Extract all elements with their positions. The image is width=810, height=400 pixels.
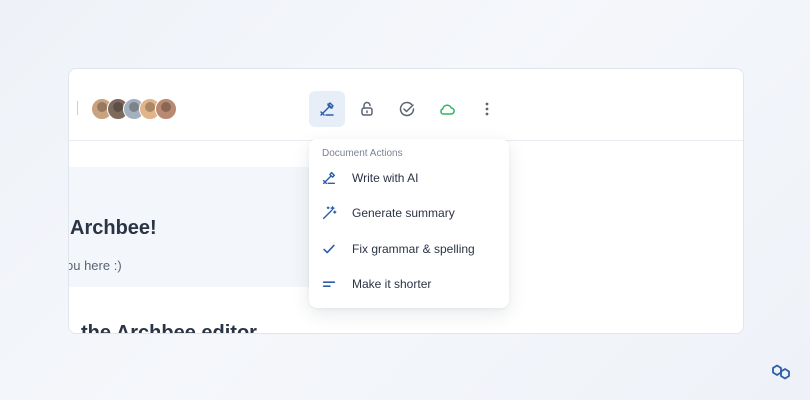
menu-heading: Document Actions — [322, 148, 403, 159]
document-actions-menu: Document Actions Write with AI Generate … — [309, 139, 509, 308]
menu-item-label: Write with AI — [352, 171, 419, 185]
unlock-icon — [361, 101, 373, 116]
lock-button[interactable] — [349, 91, 385, 127]
page-title: G. — [69, 69, 115, 79]
welcome-heading: Archbee! — [70, 217, 157, 239]
more-options-button[interactable] — [469, 91, 505, 127]
section-heading: the Archbee editor — [81, 322, 257, 334]
wand-pen-icon — [319, 168, 339, 188]
review-button[interactable] — [389, 91, 425, 127]
more-vertical-icon — [485, 102, 489, 116]
collaborator-avatars[interactable] — [91, 98, 177, 120]
short-text-icon — [319, 274, 339, 294]
magic-wand-icon — [319, 203, 339, 223]
cloud-icon — [440, 104, 455, 115]
menu-item-write-with-ai[interactable]: Write with AI — [309, 162, 509, 194]
check-icon — [319, 239, 339, 259]
check-circle-icon — [399, 101, 415, 117]
menu-item-label: Make it shorter — [352, 277, 432, 291]
menu-item-fix-grammar[interactable]: Fix grammar & spelling — [309, 233, 509, 265]
menu-item-make-shorter[interactable]: Make it shorter — [309, 268, 509, 300]
menu-item-label: Fix grammar & spelling — [352, 242, 475, 256]
welcome-subtext: ou here :) — [68, 258, 122, 273]
menu-item-label: Generate summary — [352, 206, 455, 220]
ai-write-button[interactable] — [309, 91, 345, 127]
wand-pen-icon — [320, 102, 334, 116]
archbee-logo-icon — [772, 364, 790, 380]
toolbar-divider — [77, 101, 78, 115]
menu-item-generate-summary[interactable]: Generate summary — [309, 197, 509, 229]
sync-status-button[interactable] — [429, 91, 465, 127]
avatar[interactable] — [155, 98, 177, 120]
